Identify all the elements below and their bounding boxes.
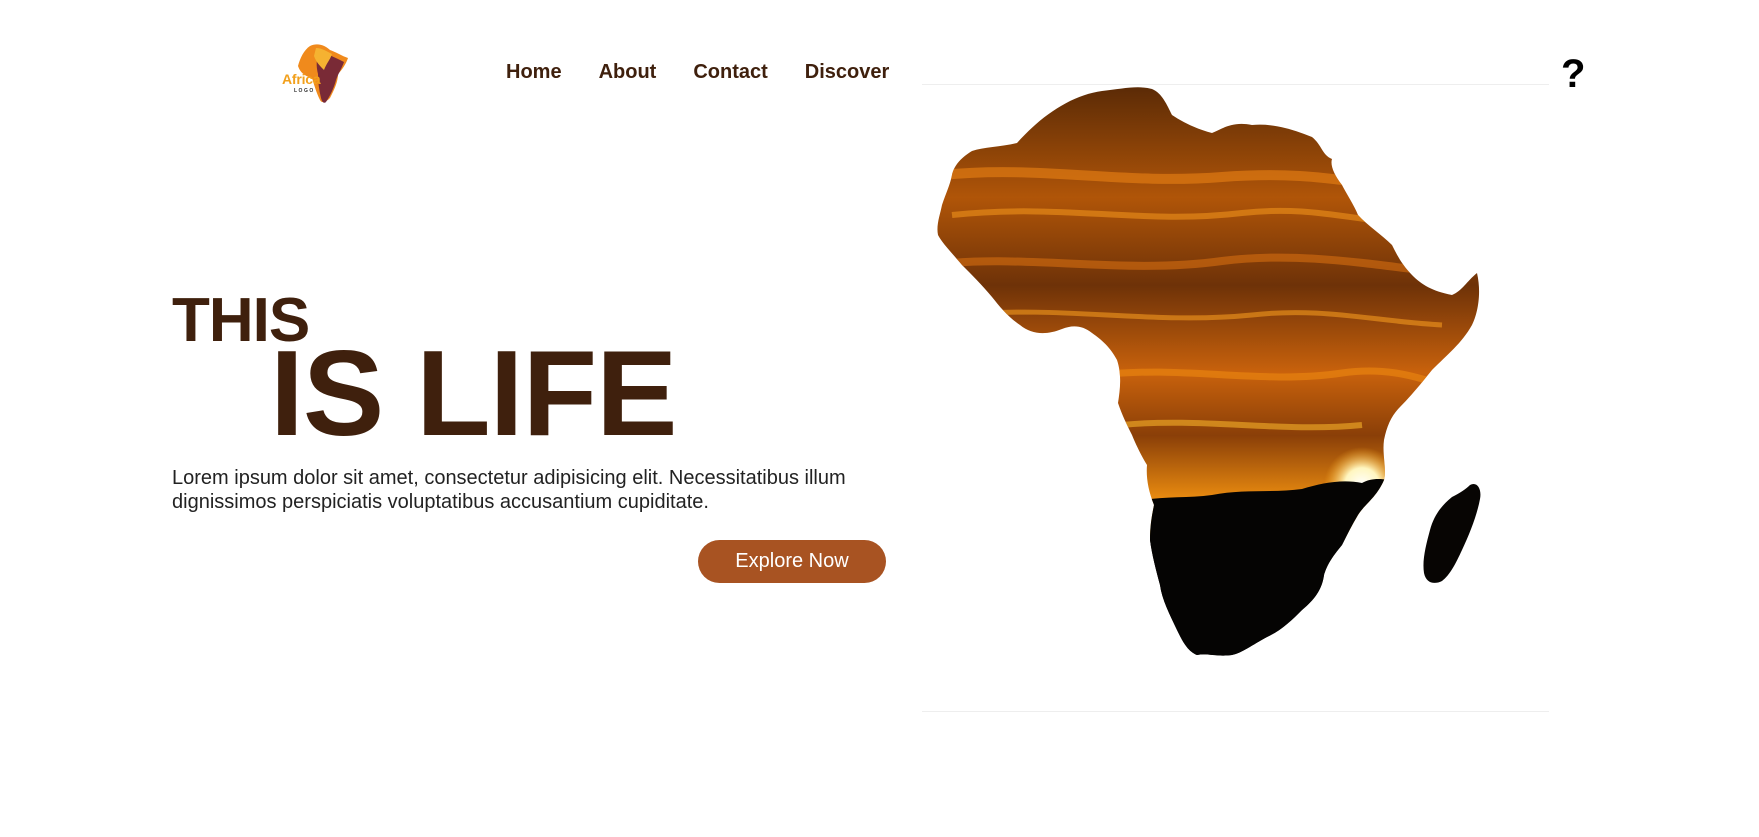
explore-now-button[interactable]: Explore Now — [698, 540, 886, 583]
hero-description: Lorem ipsum dolor sit amet, consectetur … — [172, 467, 846, 513]
logo-text: Africa — [282, 71, 321, 87]
hero-title-line2: IS LIFE — [270, 325, 677, 461]
question-mark-icon[interactable]: ? — [1561, 52, 1585, 96]
landing-page: Africa LOGO Home About Contact Discover … — [0, 0, 1759, 837]
nav-contact[interactable]: Contact — [693, 61, 767, 84]
logo-subtext: LOGO — [294, 88, 315, 94]
africa-logo[interactable]: Africa LOGO — [280, 42, 360, 106]
africa-map-image — [922, 84, 1549, 712]
nav-discover[interactable]: Discover — [805, 61, 890, 84]
nav-home[interactable]: Home — [506, 61, 562, 84]
africa-map-sunset-image — [937, 87, 1481, 656]
nav-about[interactable]: About — [599, 61, 657, 84]
main-nav: Home About Contact Discover — [506, 61, 926, 84]
